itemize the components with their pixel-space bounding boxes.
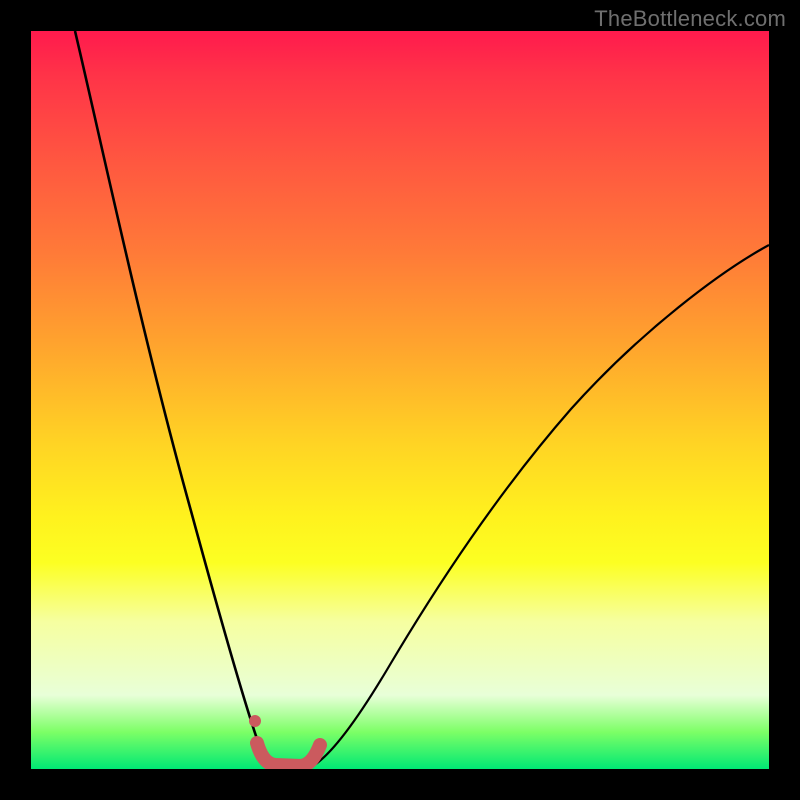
curve-layer [31,31,769,769]
plot-area [31,31,769,769]
highlight-dot [249,715,261,727]
highlight-valley-marker [257,743,320,766]
curve-left-branch [75,31,276,767]
chart-frame: TheBottleneck.com [0,0,800,800]
curve-right-branch [311,245,769,767]
watermark-text: TheBottleneck.com [594,6,786,32]
